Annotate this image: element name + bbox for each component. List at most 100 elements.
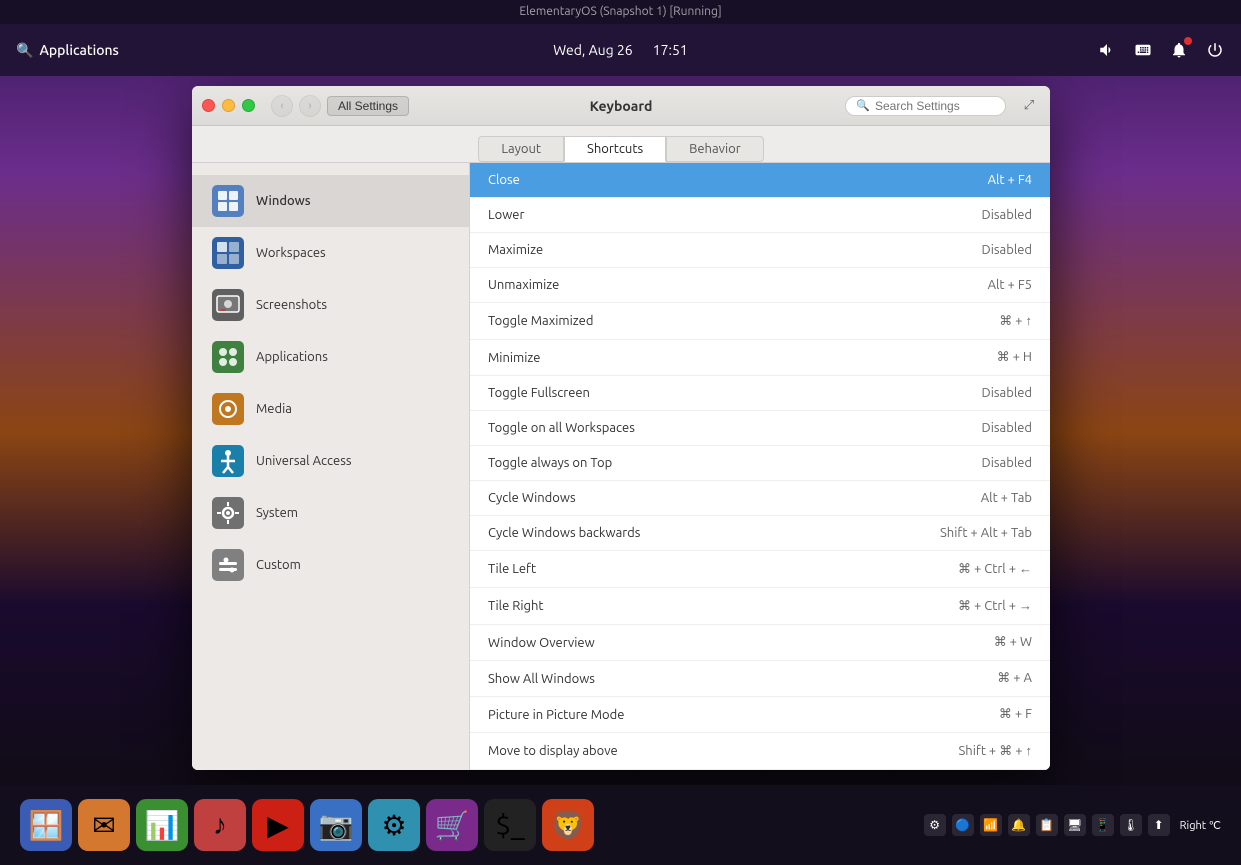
shortcut-row-tile-right[interactable]: Tile Right ⌘ + Ctrl + → [470,588,1050,625]
shortcut-row-maximize[interactable]: Maximize Disabled [470,233,1050,268]
shortcut-key: ⌘ + H [997,350,1032,365]
top-bar-right [1097,40,1225,60]
shortcut-row-tile-left[interactable]: Tile Left ⌘ + Ctrl + ← [470,551,1050,588]
shortcut-row-show-all-windows[interactable]: Show All Windows ⌘ + A [470,661,1050,697]
taskbar-app-mail[interactable]: ✉ [78,799,130,851]
tab-behavior[interactable]: Behavior [666,136,764,162]
time-display: 17:51 [653,42,688,58]
sidebar-item-screenshots[interactable]: Screenshots [192,279,469,331]
shortcut-row-toggle-all-workspaces[interactable]: Toggle on all Workspaces Disabled [470,411,1050,446]
traffic-lights [202,99,255,112]
sidebar-label-system: System [256,506,298,520]
taskbar-right-text: Right ℃ [1180,819,1221,832]
shortcut-key: Shift + Alt + Tab [940,526,1032,540]
apps-menu-icon[interactable]: 🔍 [16,42,33,59]
custom-icon [212,549,244,581]
shortcut-row-minimize[interactable]: Minimize ⌘ + H [470,340,1050,376]
expand-button[interactable]: ⤢ [1018,95,1040,117]
sys-icon-2[interactable]: 🔵 [952,814,974,836]
sys-icon-3[interactable]: 📶 [980,814,1002,836]
shortcut-label: Picture in Picture Mode [488,708,624,722]
shortcut-key: Alt + F5 [988,278,1032,292]
keyboard-icon[interactable] [1133,40,1153,60]
windows-icon [212,185,244,217]
minimize-window-button[interactable] [222,99,235,112]
sidebar-item-workspaces[interactable]: Workspaces [192,227,469,279]
volume-icon[interactable] [1097,40,1117,60]
shortcut-label: Window Overview [488,636,595,650]
shortcut-row-unmaximize[interactable]: Unmaximize Alt + F5 [470,268,1050,303]
taskbar-app-multitasking[interactable]: 🪟 [20,799,72,851]
sidebar-item-system[interactable]: System [192,487,469,539]
shortcut-label: Tile Right [488,599,544,613]
sys-icon-9[interactable]: ⬆ [1148,814,1170,836]
power-icon[interactable] [1205,40,1225,60]
sidebar-item-media[interactable]: Media [192,383,469,435]
notification-icon[interactable] [1169,40,1189,60]
sidebar-label-applications: Applications [256,350,328,364]
sidebar-label-custom: Custom [256,558,301,572]
taskbar-app-files[interactable]: 📊 [136,799,188,851]
search-box[interactable]: 🔍 [845,96,1006,116]
taskbar-app-settings2[interactable]: ⚙ [368,799,420,851]
tab-bar: Layout Shortcuts Behavior [192,126,1050,163]
sidebar-item-custom[interactable]: Custom [192,539,469,591]
sys-icon-5[interactable]: 📋 [1036,814,1058,836]
nav-forward-button[interactable]: › [299,95,321,117]
sys-icon-6[interactable]: 🖥 [1064,814,1086,836]
taskbar-app-music[interactable]: ♪ [194,799,246,851]
sys-icon-4[interactable]: 🔔 [1008,814,1030,836]
shortcut-row-move-display-above[interactable]: Move to display above Shift + ⌘ + ↑ [470,733,1050,770]
applications-icon [212,341,244,373]
sys-icon-7[interactable]: 📱 [1092,814,1114,836]
shortcut-label: Move to display above [488,744,618,758]
shortcut-row-window-overview[interactable]: Window Overview ⌘ + W [470,625,1050,661]
taskbar-app-appstore[interactable]: 🛒 [426,799,478,851]
shortcut-row-toggle-always-on-top[interactable]: Toggle always on Top Disabled [470,446,1050,481]
shortcut-key: Disabled [982,456,1032,470]
tab-layout[interactable]: Layout [478,136,564,162]
taskbar-app-youtube[interactable]: ▶ [252,799,304,851]
shortcut-row-toggle-fullscreen[interactable]: Toggle Fullscreen Disabled [470,376,1050,411]
taskbar-app-browser[interactable]: 🦁 [542,799,594,851]
shortcut-row-close[interactable]: Close Alt + F4 [470,163,1050,198]
shortcut-row-lower[interactable]: Lower Disabled [470,198,1050,233]
search-input[interactable] [875,99,995,113]
sidebar-item-universal-access[interactable]: Universal Access [192,435,469,487]
universal-access-icon [212,445,244,477]
apps-label[interactable]: Applications [39,42,118,58]
sys-icon-1[interactable]: ⚙ [924,814,946,836]
taskbar-app-terminal[interactable]: $_ [484,799,536,851]
shortcut-row-cycle-windows-backwards[interactable]: Cycle Windows backwards Shift + Alt + Ta… [470,516,1050,551]
top-bar-center: Wed, Aug 26 17:51 [553,42,687,58]
shortcut-key: ⌘ + F [999,707,1032,722]
shortcut-key: Shift + ⌘ + ↑ [958,743,1032,759]
top-bar: 🔍 Applications Wed, Aug 26 17:51 [0,24,1241,76]
sidebar-item-windows[interactable]: Windows [192,175,469,227]
maximize-window-button[interactable] [242,99,255,112]
sidebar-label-screenshots: Screenshots [256,298,327,312]
shortcut-key: Alt + Tab [981,491,1032,505]
shortcut-row-toggle-maximized[interactable]: Toggle Maximized ⌘ + ↑ [470,303,1050,340]
nav-back-button[interactable]: ‹ [271,95,293,117]
shortcut-label: Cycle Windows [488,491,576,505]
sidebar-item-applications[interactable]: Applications [192,331,469,383]
shortcut-label: Close [488,173,520,187]
shortcut-key: Disabled [982,208,1032,222]
all-settings-button[interactable]: All Settings [327,96,409,116]
shortcut-key: ⌘ + A [997,671,1032,686]
workspaces-icon [212,237,244,269]
tab-shortcuts[interactable]: Shortcuts [564,136,666,162]
close-window-button[interactable] [202,99,215,112]
shortcut-key: Alt + F4 [988,173,1032,187]
shortcut-row-picture-in-picture[interactable]: Picture in Picture Mode ⌘ + F [470,697,1050,733]
shortcut-label: Show All Windows [488,672,595,686]
shortcut-label: Toggle Maximized [488,314,593,328]
taskbar-app-photos[interactable]: 📷 [310,799,362,851]
shortcut-key: ⌘ + Ctrl + → [958,598,1032,614]
shortcut-label: Tile Left [488,562,536,576]
shortcut-row-cycle-windows[interactable]: Cycle Windows Alt + Tab [470,481,1050,516]
sys-icon-8[interactable]: 🌡 [1120,814,1142,836]
search-icon: 🔍 [856,99,870,112]
dialog-titlebar: ‹ › All Settings Keyboard 🔍 ⤢ [192,86,1050,126]
